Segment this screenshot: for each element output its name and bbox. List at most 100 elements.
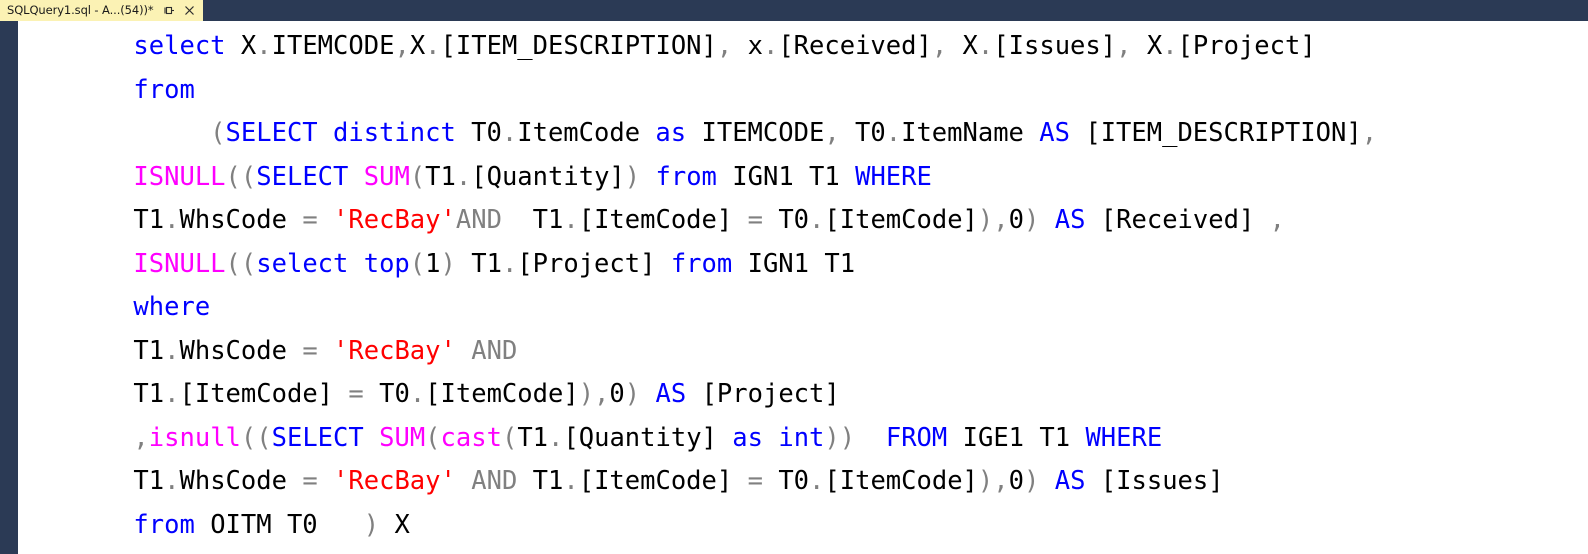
code-token: T1 (517, 466, 564, 496)
code-token: ) (624, 161, 641, 192)
code-token: [Issues] (993, 31, 1117, 61)
code-line: where (18, 286, 1588, 330)
code-token: ) (440, 248, 456, 279)
code-token: (( (240, 422, 272, 453)
code-token: ( (409, 161, 426, 192)
code-token: AND (471, 466, 518, 496)
code-token: WhsCode (179, 205, 303, 235)
code-token: . (164, 466, 180, 496)
code-token: ITEMCODE (686, 118, 825, 148)
code-token: . (256, 31, 272, 61)
code-token: , (133, 422, 149, 453)
tab-title: SQLQuery1.sql - A...(54))* (7, 3, 154, 17)
code-token: AS (1054, 466, 1086, 496)
code-token: [Project] (517, 248, 671, 279)
code-line: ,isnull((SELECT SUM(cast(T1.[Quantity] a… (18, 417, 1588, 461)
code-token: . (409, 379, 426, 409)
code-token: from (655, 161, 717, 192)
code-token: , (824, 118, 840, 148)
code-token: X (1131, 31, 1163, 61)
code-token: [ITEM_DESCRIPTION] (1069, 118, 1362, 148)
code-token: T0 (839, 118, 886, 148)
code-token: . (548, 422, 564, 453)
code-token: [ItemCode] (578, 466, 748, 496)
code-token: = (302, 335, 318, 366)
code-token: [ITEM_DESCRIPTION] (440, 31, 717, 61)
code-token: ( (409, 248, 426, 279)
code-token: cast (440, 422, 502, 453)
code-line: from (18, 69, 1588, 113)
code-token: [ItemCode] (578, 205, 748, 235)
code-token: . (563, 466, 579, 496)
code-token: T1 (133, 205, 165, 235)
code-token: OITM T0 (194, 509, 364, 540)
code-token: . (425, 31, 441, 61)
code-token: ItemCode (517, 118, 656, 148)
code-token: x (732, 31, 763, 61)
code-token: , (931, 31, 948, 61)
code-line: T1.WhsCode = 'RecBay' AND T1.[ItemCode] … (18, 460, 1588, 504)
code-token: [Received] (1085, 205, 1270, 235)
code-token: as (655, 118, 687, 148)
code-token: AS (655, 379, 687, 409)
code-token: X (225, 31, 257, 61)
code-token: [ItemCode] (824, 466, 978, 496)
code-token: WhsCode (179, 466, 303, 496)
code-token: 0 (1008, 205, 1024, 235)
code-token: ) (624, 379, 641, 409)
close-icon[interactable] (183, 4, 196, 17)
code-token: [Project] (1177, 31, 1316, 61)
code-token: [Quantity] (563, 422, 733, 453)
code-token: isnull (148, 422, 241, 453)
code-token: ( (210, 118, 226, 148)
code-token: ITEMCODE (271, 31, 395, 61)
code-token: = (348, 379, 364, 409)
code-token: T1 (455, 248, 502, 279)
code-token: AND (455, 205, 502, 235)
code-token: SUM (363, 161, 410, 192)
code-token: where (133, 292, 211, 322)
code-token: [ItemCode] (425, 379, 579, 409)
code-token: . (809, 466, 825, 496)
code-token: ) (363, 509, 380, 540)
code-token: X (409, 31, 426, 61)
code-token: = (747, 466, 763, 496)
code-token: AS (1054, 205, 1086, 235)
code-token: ItemName (901, 118, 1040, 148)
code-token: ) (1024, 205, 1040, 235)
code-token: SELECT (271, 422, 364, 453)
pin-icon[interactable] (163, 4, 176, 17)
code-token: T1 (133, 466, 165, 496)
code-token: 0 (609, 379, 625, 409)
code-token: [ItemCode] (179, 379, 349, 409)
code-token: X (947, 31, 978, 61)
editor-gutter-bar (0, 21, 18, 554)
code-token: from (670, 248, 733, 279)
code-token: T1 (133, 335, 165, 366)
code-token: T0 (363, 379, 410, 409)
code-token: , (394, 31, 410, 61)
code-line: ISNULL((select top(1) T1.[Project] from … (18, 243, 1588, 287)
code-token: [Quantity] (471, 161, 625, 192)
code-token: T0 (762, 466, 810, 496)
code-token: SELECT distinct (225, 118, 456, 148)
code-token: select (133, 31, 226, 61)
code-text-area[interactable]: select X.ITEMCODE,X.[ITEM_DESCRIPTION], … (18, 21, 1588, 554)
tab-sqlquery1[interactable]: SQLQuery1.sql - A...(54))* (0, 0, 203, 21)
code-editor[interactable]: select X.ITEMCODE,X.[ITEM_DESCRIPTION], … (0, 21, 1588, 554)
code-token: . (501, 118, 518, 148)
code-token: 'RecBay' (333, 466, 456, 496)
code-token: . (164, 379, 180, 409)
